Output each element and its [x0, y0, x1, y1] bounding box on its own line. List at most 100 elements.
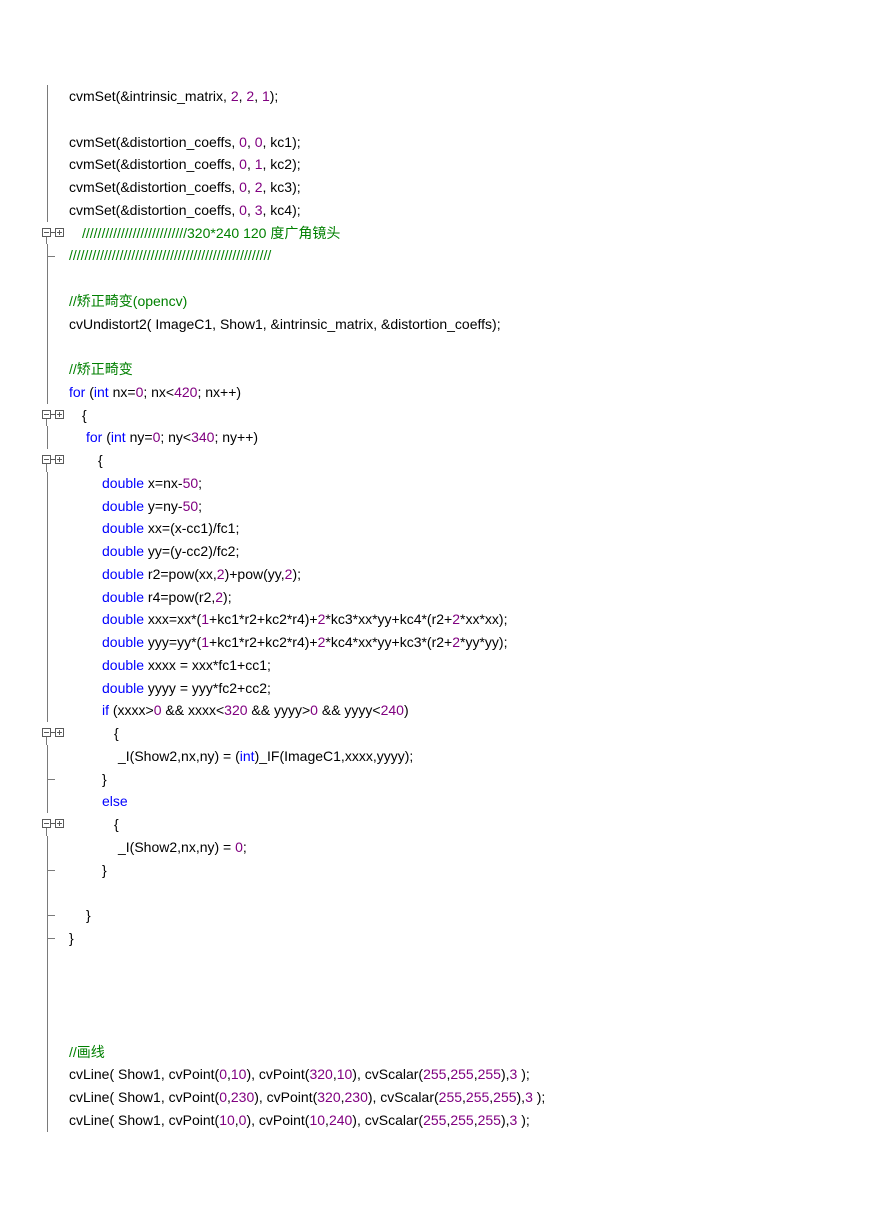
code-text: *xx*xx);: [460, 611, 508, 628]
fold-guide-line: [40, 198, 68, 222]
code-text: yyy=yy*(: [144, 634, 202, 650]
number-literal: 0: [239, 179, 247, 195]
keyword: else: [102, 793, 128, 810]
code-text: ), cvPoint(: [246, 1066, 310, 1083]
code-line: for (int ny=0; ny<340; ny++): [0, 426, 869, 449]
code-line: [0, 267, 869, 290]
code-line-text: cvLine( Show1, cvPoint(10,0), cvPoint(10…: [69, 1109, 530, 1132]
fold-toggle-icon[interactable]: [40, 722, 68, 745]
number-literal: 255: [423, 1111, 447, 1128]
code-text: cvmSet(&distortion_coeffs,: [69, 201, 240, 218]
fold-guide-line: [40, 995, 68, 1018]
fold-guide-line: [40, 289, 68, 313]
number-literal: 0: [239, 156, 247, 173]
keyword: double: [102, 656, 145, 673]
code-line-text: cvLine( Show1, cvPoint(0,10), cvPoint(32…: [69, 1063, 530, 1086]
code-line: //矫正畸变(opencv): [0, 289, 869, 313]
code-line-text: //矫正畸变(opencv): [69, 290, 187, 313]
keyword: double: [102, 611, 145, 628]
code-text: cvLine( Show1, cvPoint(: [69, 1066, 220, 1083]
number-literal: 1: [201, 611, 210, 628]
code-line: {: [0, 449, 869, 472]
number-literal: 3: [254, 201, 263, 218]
number-literal: 50: [182, 497, 199, 514]
fold-toggle-icon[interactable]: [40, 449, 68, 472]
code-text: ): [403, 702, 409, 719]
keyword: double: [102, 588, 145, 605]
code-line-text: {: [114, 813, 119, 836]
code-line: double y=ny-50;: [0, 494, 869, 518]
number-literal: 255: [450, 1111, 474, 1128]
code-line-text: double yyyy = yyy*fc2+cc2;: [102, 677, 271, 700]
fold-guide-line: [40, 631, 68, 654]
code-text: yyyy = yyy*fc2+cc2;: [144, 679, 271, 696]
fold-guide-line: [40, 494, 68, 518]
code-text: ,: [254, 88, 262, 104]
code-line: _I(Show2,nx,ny) = 0;: [0, 835, 869, 859]
fold-toggle-icon[interactable]: [40, 404, 68, 427]
keyword: if: [102, 702, 109, 719]
number-literal: 2: [452, 611, 461, 628]
code-text: cvLine( Show1, cvPoint(: [69, 1111, 220, 1128]
code-text: cvLine( Show1, cvPoint(: [69, 1089, 220, 1105]
code-text: );: [517, 1111, 530, 1128]
code-line-text: double yy=(y-cc2)/fc2;: [102, 540, 239, 563]
code-line: double yyyy = yyy*fc2+cc2;: [0, 676, 869, 700]
code-text: , kc4);: [262, 201, 301, 218]
number-literal: 0: [219, 1066, 227, 1083]
code-line: cvLine( Show1, cvPoint(0,10), cvPoint(32…: [0, 1063, 869, 1086]
fold-guide-line: [40, 1040, 68, 1064]
code-text: y=ny-: [144, 497, 183, 514]
code-text: && xxxx<: [161, 702, 225, 719]
number-literal: 0: [310, 702, 318, 719]
fold-guide-line: [40, 335, 68, 358]
number-literal: 255: [423, 1066, 447, 1083]
number-literal: 0: [219, 1089, 227, 1105]
code-line: [0, 107, 869, 131]
code-text: ;: [198, 497, 203, 514]
fold-guide-line: [40, 744, 68, 768]
fold-toggle-icon[interactable]: [40, 813, 68, 836]
code-line-text: //画线: [69, 1041, 105, 1064]
number-literal: 2: [452, 634, 461, 650]
code-line-text: cvmSet(&distortion_coeffs, 0, 2, kc3);: [69, 176, 301, 199]
code-text: && yyyy<: [317, 702, 381, 719]
number-literal: 240: [328, 1111, 353, 1128]
code-line-text: double y=ny-50;: [102, 495, 202, 518]
code-text: ), cvPoint(: [254, 1089, 318, 1105]
fold-guide-line: [40, 949, 68, 973]
number-literal: 0: [254, 133, 263, 150]
code-line: {: [0, 404, 869, 427]
code-line: for (int nx=0; nx<420; nx++): [0, 380, 869, 404]
code-line-text: cvLine( Show1, cvPoint(0,230), cvPoint(3…: [69, 1086, 545, 1109]
code-text: )_IF(ImageC1,xxxx,yyyy);: [254, 747, 414, 764]
fold-end-marker: [40, 767, 68, 791]
code-text: }: [102, 861, 107, 878]
code-line-text: cvUndistort2( ImageC1, Show1, &intrinsic…: [69, 313, 501, 336]
code-line-text: cvmSet(&distortion_coeffs, 0, 0, kc1);: [69, 131, 301, 154]
code-text: }: [69, 929, 74, 946]
code-text: nx=: [108, 383, 136, 400]
code-text: *kc3*xx*yy+kc4*(r2+: [325, 611, 453, 628]
code-line-text: //矫正畸变: [69, 358, 133, 381]
number-literal: 10: [219, 1111, 235, 1128]
code-line: if (xxxx>0 && xxxx<320 && yyyy>0 && yyyy…: [0, 699, 869, 722]
number-literal: 10: [309, 1111, 326, 1128]
code-line: cvLine( Show1, cvPoint(0,230), cvPoint(3…: [0, 1086, 869, 1109]
number-literal: 320: [309, 1066, 333, 1083]
fold-toggle-icon[interactable]: [40, 222, 68, 245]
code-text: *yy*yy);: [460, 634, 508, 650]
fold-guide-line: [40, 540, 68, 563]
number-literal: 255: [465, 1089, 490, 1105]
keyword: double: [102, 474, 145, 491]
number-literal: 0: [239, 201, 247, 218]
code-text: {: [98, 452, 103, 468]
number-literal: 420: [174, 383, 198, 400]
code-line: [0, 995, 869, 1018]
code-line: else: [0, 790, 869, 813]
code-line-text: cvmSet(&distortion_coeffs, 0, 3, kc4);: [69, 199, 301, 222]
number-literal: 1: [261, 88, 270, 104]
keyword: double: [102, 520, 145, 537]
code-line-text: cvmSet(&distortion_coeffs, 0, 1, kc2);: [69, 153, 301, 176]
code-text: {: [114, 725, 119, 741]
